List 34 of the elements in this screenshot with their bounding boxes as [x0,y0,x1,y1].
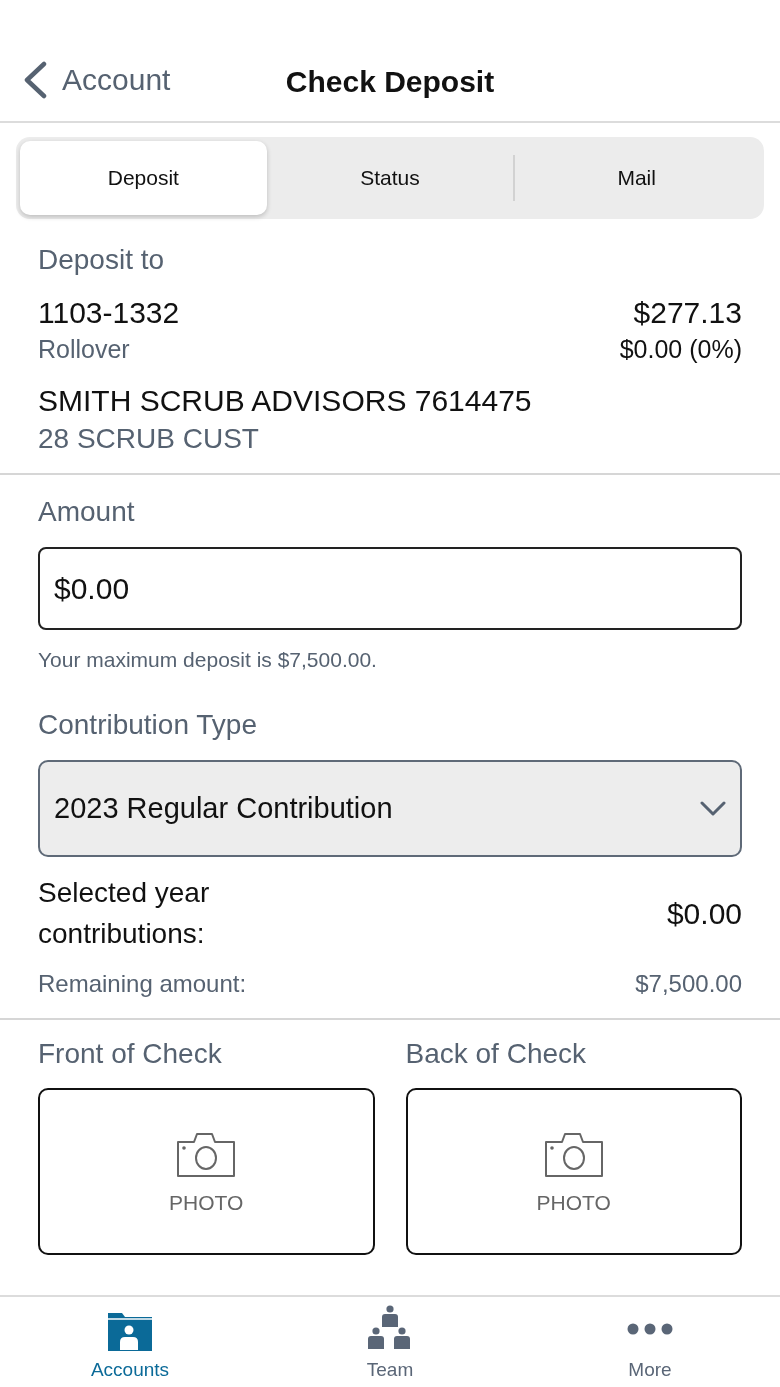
account-owner: SMITH SCRUB ADVISORS 7614475 [38,383,533,419]
summary-value: $7,500.00 [635,969,742,999]
balance-change: $0.00 (0%) [619,334,742,364]
tab-bar-item[interactable]: Accounts [0,1297,260,1387]
account-balance: $277.13 [633,295,742,331]
photo-capture-button[interactable]: PHOTO [38,1088,375,1255]
more-icon [627,1323,673,1335]
tab-bar-item[interactable]: Team [260,1297,520,1387]
chevron-left-icon [22,60,48,99]
page-title: Check Deposit [285,65,495,98]
custodian-name: 28 SCRUB CUST [38,422,260,456]
contribution-type-dropdown[interactable]: 2023 Regular Contribution [38,760,742,857]
camera-icon [544,1133,603,1177]
field-label: Back of Check [405,1037,588,1071]
photo-capture-button[interactable]: PHOTO [405,1088,742,1255]
segment-tab[interactable]: Status [266,141,514,215]
summary-value: $0.00 [666,895,742,932]
field-label: Contribution Type [38,708,258,742]
field-label: Front of Check [38,1037,223,1071]
amount-input[interactable]: $0.00 [38,547,742,630]
back-button[interactable]: Account [22,60,171,99]
chevron-down-icon [700,800,726,817]
section-heading: Deposit to [38,243,166,277]
segment-tab[interactable]: Mail [513,141,760,215]
account-number: 1103-1332 [38,295,180,331]
tab-bar-item[interactable]: More [520,1297,780,1387]
segment-tab[interactable]: Deposit [20,141,267,215]
summary-label: Remaining amount: [38,969,247,999]
field-label: Amount [38,495,136,529]
summary-label: Selected year contributions: [38,876,211,951]
account-type: Rollover [38,334,131,364]
camera-icon [177,1133,236,1177]
helper-text: Your maximum deposit is $7,500.00. [38,647,378,673]
folder-person-icon [108,1313,152,1351]
